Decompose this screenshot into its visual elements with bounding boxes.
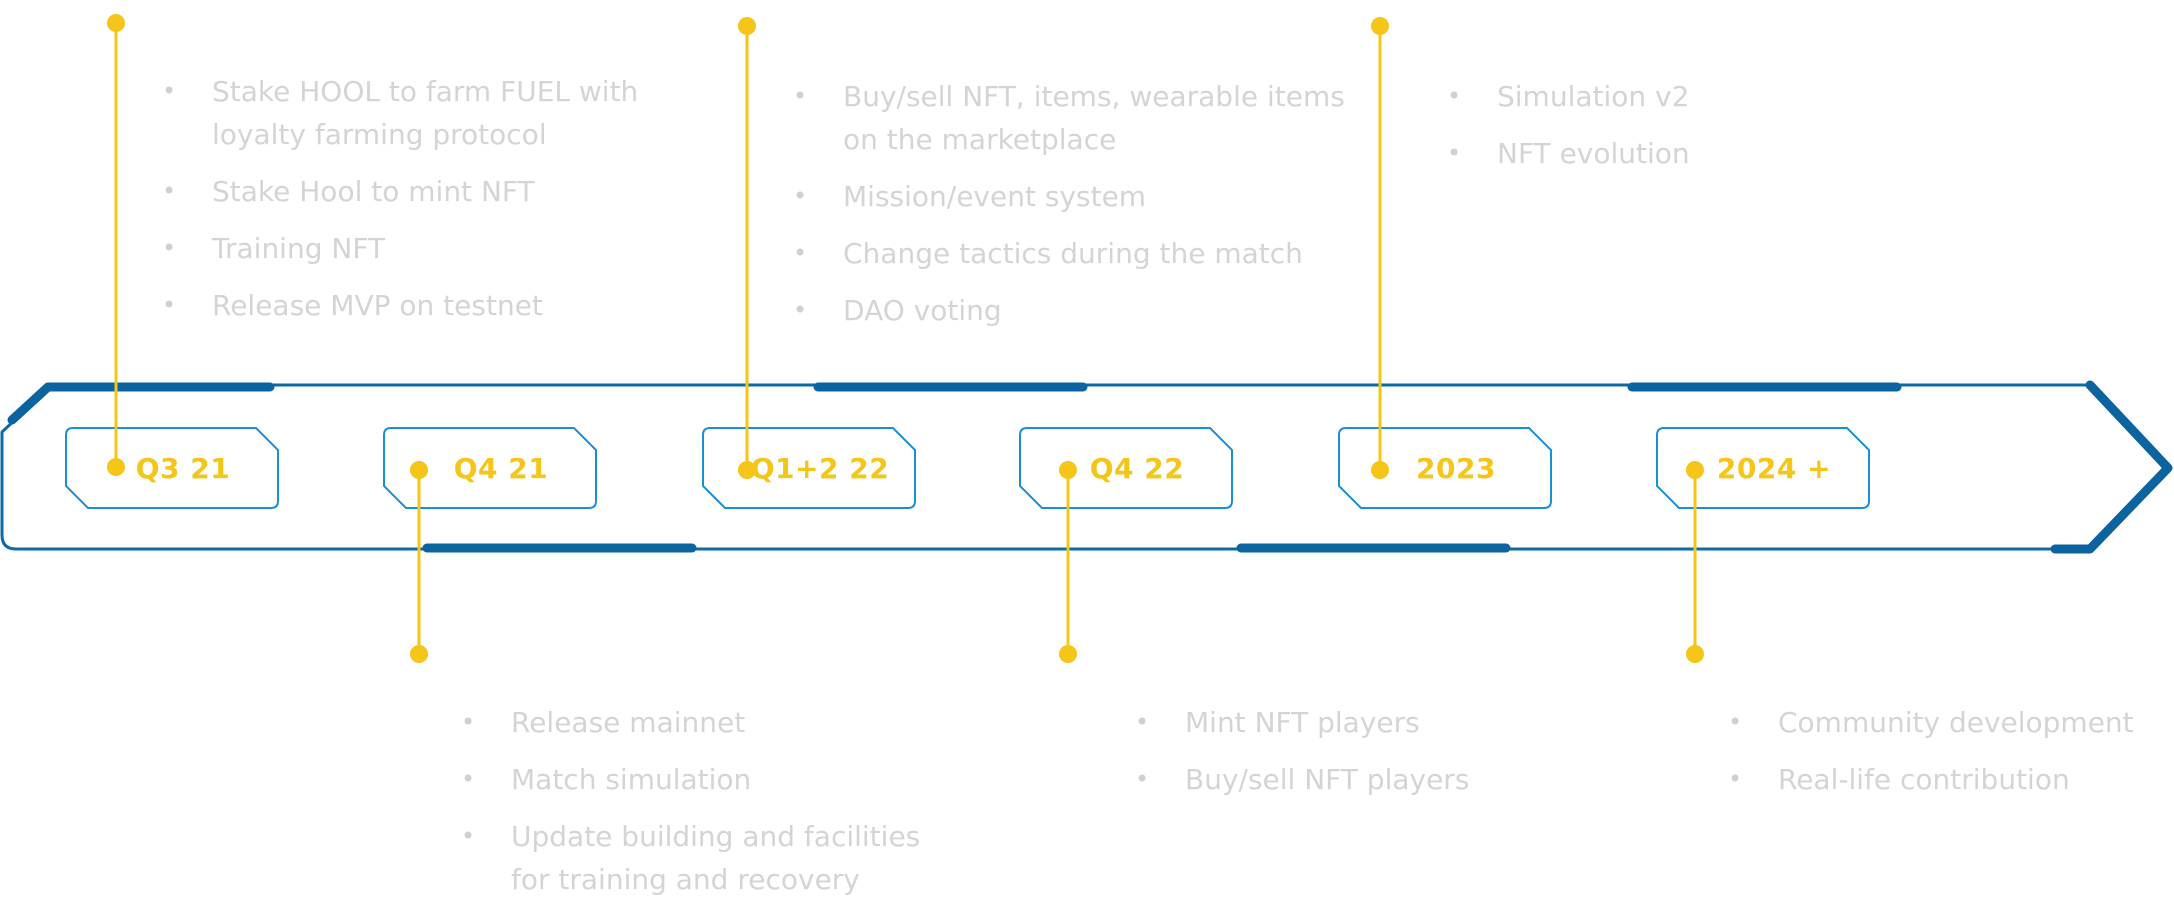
milestone-items-2023: Simulation v2 NFT evolution — [1447, 75, 1847, 189]
roadmap-timeline: Q3 21 Q4 21 Q1+2 22 Q4 22 2023 2024 + St… — [0, 0, 2174, 904]
connector-dot-2-b — [410, 645, 428, 663]
milestone-label-q3-21: Q3 21 — [135, 451, 231, 485]
list-item: Stake HOOL to farm FUEL with loyalty far… — [162, 70, 642, 156]
connector-dot-3-a — [738, 17, 756, 35]
list-item: Buy/sell NFT, items, wearable items on t… — [793, 75, 1363, 161]
list-item: Community development — [1728, 701, 2168, 744]
milestone-items-q3-21: Stake HOOL to farm FUEL with loyalty far… — [162, 70, 642, 341]
list-item: Change tactics during the match — [793, 232, 1363, 275]
milestone-items-q4-22: Mint NFT players Buy/sell NFT players — [1135, 701, 1555, 815]
list-item: NFT evolution — [1447, 132, 1847, 175]
list-item: Simulation v2 — [1447, 75, 1847, 118]
list-item: Match simulation — [461, 758, 941, 801]
milestone-items-2024: Community development Real-life contribu… — [1728, 701, 2168, 815]
list-item: Real-life contribution — [1728, 758, 2168, 801]
milestone-label-2023: 2023 — [1416, 451, 1496, 485]
connector-dot-6-b — [1686, 645, 1704, 663]
milestone-label-q4-22: Q4 22 — [1089, 451, 1185, 485]
milestone-label-2024: 2024 + — [1716, 451, 1832, 485]
milestone-items-q4-21: Release mainnet Match simulation Update … — [461, 701, 941, 904]
rail-accent-1 — [7, 382, 275, 425]
milestone-label-q1-2-22: Q1+2 22 — [750, 451, 890, 485]
connector-dot-4-b — [1059, 645, 1077, 663]
list-item: Mission/event system — [793, 175, 1363, 218]
rail-accent-6 — [2050, 380, 2173, 554]
list-item: Update building and facilities for train… — [461, 815, 941, 901]
list-item: Mint NFT players — [1135, 701, 1555, 744]
list-item: Release MVP on testnet — [162, 284, 642, 327]
connector-dot-5-a — [1371, 17, 1389, 35]
list-item: Release mainnet — [461, 701, 941, 744]
list-item: DAO voting — [793, 289, 1363, 332]
list-item: Stake Hool to mint NFT — [162, 170, 642, 213]
milestone-items-q1-2-22: Buy/sell NFT, items, wearable items on t… — [793, 75, 1363, 346]
list-item: Buy/sell NFT players — [1135, 758, 1555, 801]
connector-dot-1-a — [107, 14, 125, 32]
list-item: Training NFT — [162, 227, 642, 270]
milestone-label-q4-21: Q4 21 — [453, 451, 549, 485]
